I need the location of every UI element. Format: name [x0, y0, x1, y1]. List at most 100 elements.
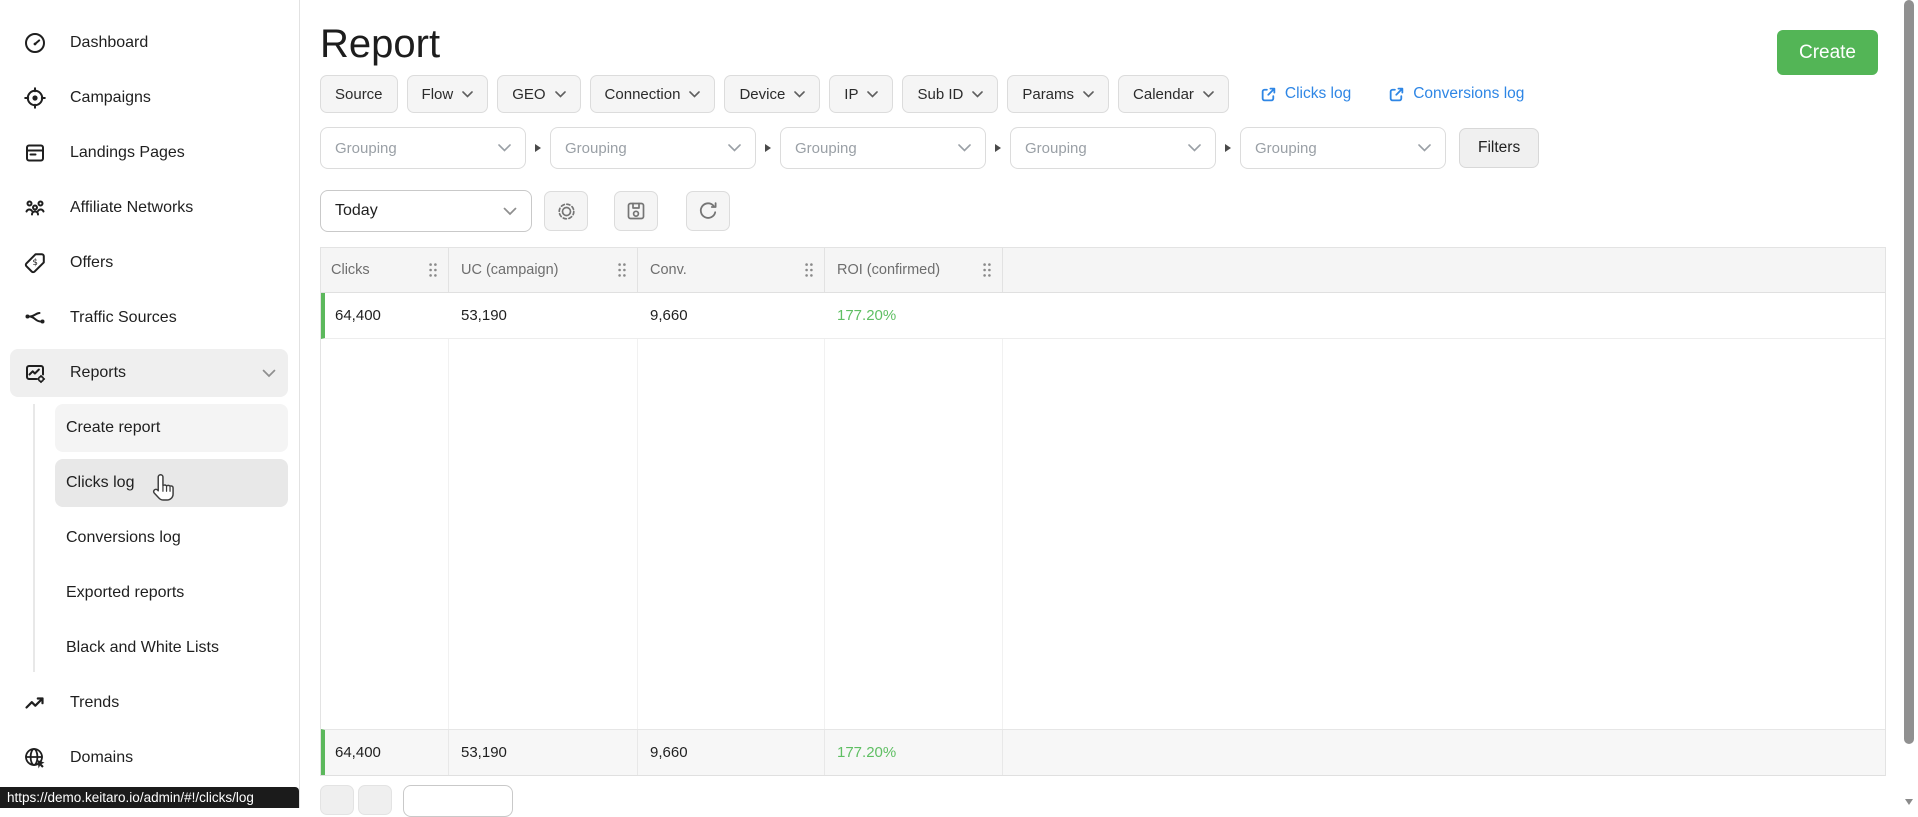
external-link-icon: [1260, 86, 1277, 103]
grouping-placeholder: Grouping: [565, 139, 627, 157]
scrollbar-thumb[interactable]: [1904, 0, 1914, 744]
grouping-arrow-separator-icon: [995, 144, 1001, 152]
filter-chip-flow[interactable]: Flow: [406, 75, 489, 113]
column-header-conversions[interactable]: Conv.: [638, 248, 825, 292]
grouping-select-4[interactable]: Grouping: [1010, 127, 1216, 169]
grouping-placeholder: Grouping: [1255, 139, 1317, 157]
conversions-log-link[interactable]: Conversions log: [1388, 85, 1524, 103]
spacer-cell: [321, 339, 449, 729]
date-range-value: Today: [335, 202, 378, 219]
filter-chip-ip[interactable]: IP: [829, 75, 894, 113]
offers-icon: $: [22, 250, 48, 276]
scrollbar-down-arrow-icon[interactable]: [1905, 799, 1913, 805]
sub-item-label: Exported reports: [66, 584, 185, 601]
sidebar-item-dashboard[interactable]: Dashboard: [10, 19, 288, 67]
grouping-select-1[interactable]: Grouping: [320, 127, 526, 169]
chevron-down-icon: [958, 144, 971, 152]
total-uc-campaign: 53,190: [449, 730, 638, 775]
sidebar-item-domains[interactable]: Domains: [10, 734, 288, 782]
page-size-select[interactable]: [403, 785, 513, 817]
chevron-down-icon: [1188, 144, 1201, 152]
sidebar-item-clicks-log[interactable]: Clicks log: [55, 459, 288, 507]
date-range-select[interactable]: Today: [320, 190, 532, 232]
cell-clicks: 64,400: [335, 307, 381, 324]
drag-handle-icon[interactable]: [617, 262, 627, 278]
drag-handle-icon[interactable]: [982, 262, 992, 278]
sidebar-item-reports[interactable]: Reports: [10, 349, 288, 397]
grouping-select-5[interactable]: Grouping: [1240, 127, 1446, 169]
chip-label: Flow: [421, 85, 454, 103]
grouping-select-3[interactable]: Grouping: [780, 127, 986, 169]
table-footer-totals: 64,400 53,190 9,660 177.20%: [321, 729, 1885, 775]
chevron-down-icon: [262, 369, 276, 378]
total-conversions: 9,660: [638, 730, 825, 775]
chevron-down-icon: [462, 90, 474, 98]
grouping-placeholder: Grouping: [1025, 139, 1087, 157]
create-button[interactable]: Create: [1776, 30, 1878, 75]
pagination-prev-button[interactable]: [320, 785, 354, 815]
main-content: Report Create Source Flow GEO Connection…: [300, 0, 1918, 817]
sidebar-item-label: Campaigns: [70, 89, 151, 106]
filter-chip-row: Source Flow GEO Connection Device IP Sub…: [320, 75, 1918, 113]
chip-label: Params: [1022, 85, 1075, 103]
sidebar-item-label: Domains: [70, 749, 134, 766]
reports-icon: [22, 360, 48, 386]
column-header-uc-campaign[interactable]: UC (campaign): [449, 248, 638, 292]
sidebar-item-create-report[interactable]: Create report: [55, 404, 288, 452]
refresh-icon: [697, 200, 719, 222]
chevron-down-icon: [1083, 90, 1094, 98]
save-report-button[interactable]: [614, 191, 658, 231]
settings-button[interactable]: [544, 191, 588, 231]
sidebar: Dashboard Campaigns Landings Pages Affil…: [0, 0, 300, 808]
save-icon: [625, 200, 647, 222]
clicks-log-link[interactable]: Clicks log: [1260, 85, 1351, 103]
sidebar-item-label: Trends: [70, 694, 120, 711]
drag-handle-icon[interactable]: [428, 262, 438, 278]
sidebar-item-campaigns[interactable]: Campaigns: [10, 74, 288, 122]
chevron-down-icon: [503, 207, 517, 216]
page-scrollbar[interactable]: [1902, 0, 1918, 808]
chip-label: Sub ID: [917, 85, 964, 103]
sidebar-item-exported-reports[interactable]: Exported reports: [55, 569, 288, 617]
grouping-placeholder: Grouping: [795, 139, 857, 157]
browser-status-bar: https://demo.keitaro.io/admin/#!/clicks/…: [0, 787, 299, 808]
table-row[interactable]: 64,400 53,190 9,660 177.20%: [321, 293, 1885, 339]
cell-roi-confirmed: 177.20%: [837, 307, 897, 324]
refresh-button[interactable]: [686, 191, 730, 231]
sidebar-item-black-white-lists[interactable]: Black and White Lists: [55, 624, 288, 672]
filters-button[interactable]: Filters: [1459, 128, 1540, 168]
grouping-arrow-separator-icon: [535, 144, 541, 152]
sidebar-item-traffic-sources[interactable]: Traffic Sources: [10, 294, 288, 342]
filter-chip-sub-id[interactable]: Sub ID: [902, 75, 999, 113]
column-header-clicks[interactable]: Clicks: [321, 248, 449, 292]
spacer-cell: [449, 339, 638, 729]
grouping-select-2[interactable]: Grouping: [550, 127, 756, 169]
drag-handle-icon[interactable]: [804, 262, 814, 278]
total-roi-confirmed: 177.20%: [825, 730, 1003, 775]
sub-item-label: Black and White Lists: [66, 639, 219, 656]
table-header: Clicks UC (campaign) Conv. ROI (confirme…: [321, 248, 1885, 293]
filter-chip-geo[interactable]: GEO: [497, 75, 581, 113]
sidebar-item-landings-pages[interactable]: Landings Pages: [10, 129, 288, 177]
filter-chip-device[interactable]: Device: [724, 75, 821, 113]
sidebar-item-trends[interactable]: Trends: [10, 679, 288, 727]
sub-item-label: Conversions log: [66, 529, 181, 546]
chip-label: IP: [844, 85, 859, 103]
pagination-next-button[interactable]: [358, 785, 392, 815]
filter-chip-calendar[interactable]: Calendar: [1118, 75, 1229, 113]
filter-chip-source[interactable]: Source: [320, 75, 398, 113]
sidebar-item-offers[interactable]: $ Offers: [10, 239, 288, 287]
filter-chip-connection[interactable]: Connection: [589, 75, 716, 113]
filter-chip-params[interactable]: Params: [1007, 75, 1110, 113]
status-bar-url: https://demo.keitaro.io/admin/#!/clicks/…: [7, 790, 254, 805]
sidebar-item-label: Reports: [70, 364, 127, 381]
reports-submenu: Create report Clicks log Conversions log…: [0, 404, 299, 672]
external-link-icon: [1388, 86, 1405, 103]
chevron-down-icon: [794, 90, 806, 98]
chip-label: Connection: [604, 85, 681, 103]
grouping-arrow-separator-icon: [765, 144, 771, 152]
column-header-roi-confirmed[interactable]: ROI (confirmed): [825, 248, 1003, 292]
sidebar-item-conversions-log[interactable]: Conversions log: [55, 514, 288, 562]
sidebar-item-affiliate-networks[interactable]: Affiliate Networks: [10, 184, 288, 232]
svg-text:$: $: [32, 258, 37, 268]
